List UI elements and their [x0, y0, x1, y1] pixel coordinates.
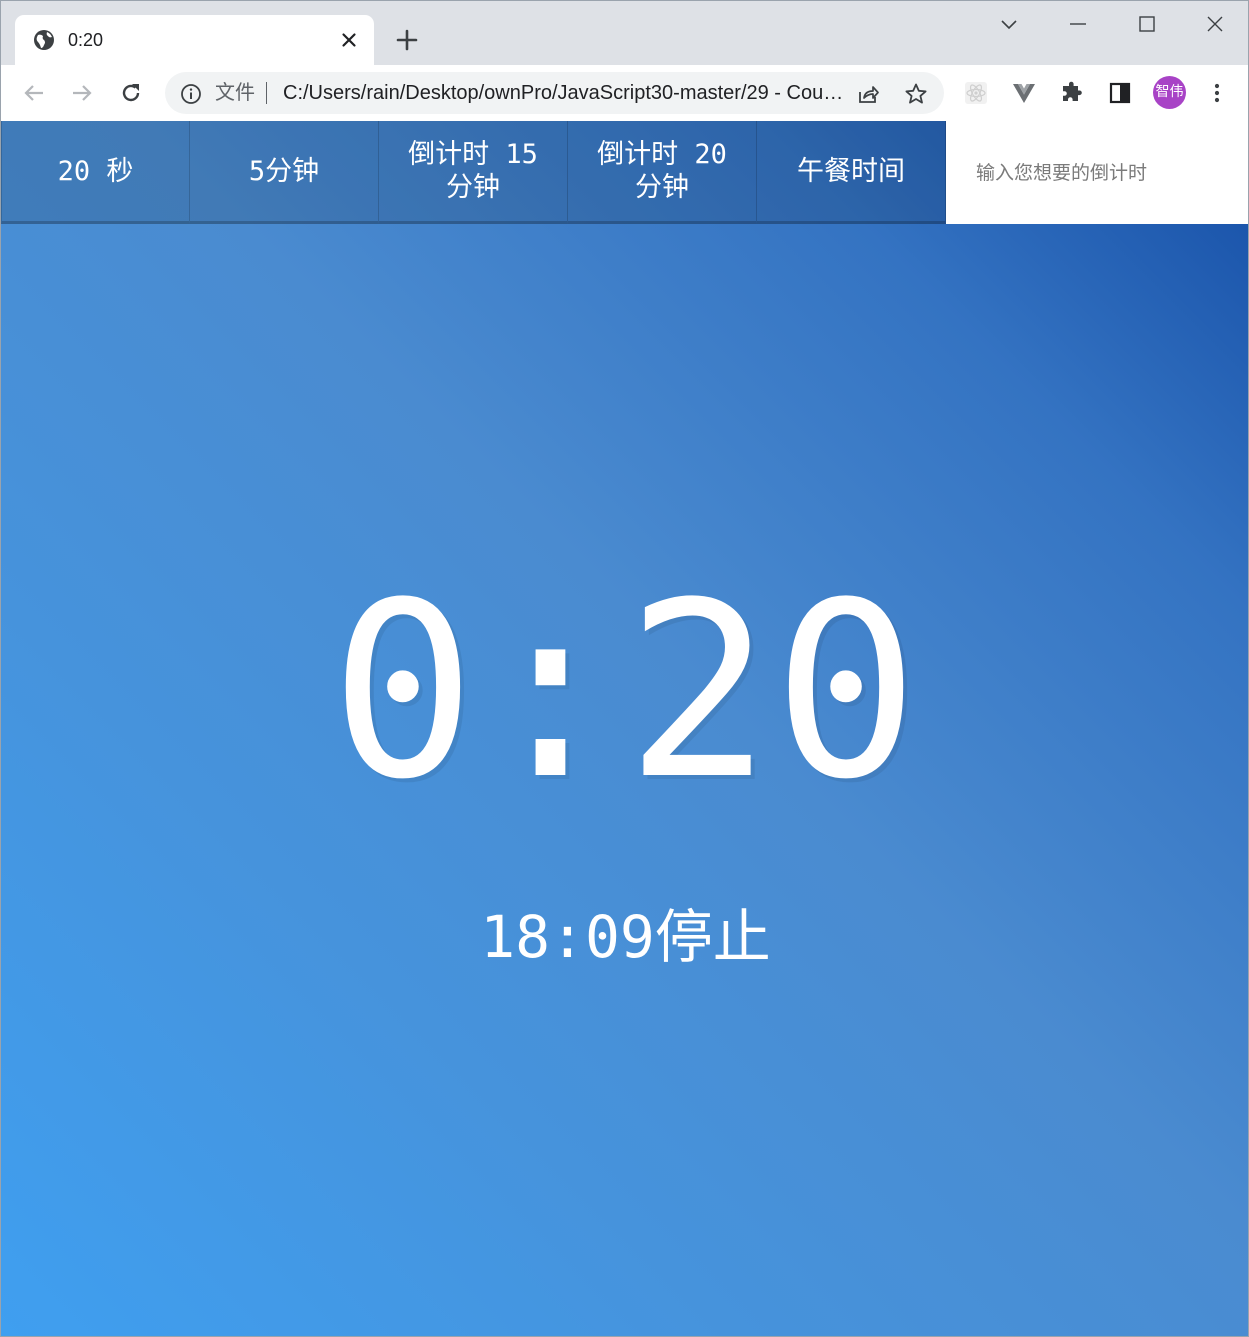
time-left: 0:20 [330, 551, 921, 833]
custom-timer-form [946, 121, 1248, 224]
star-icon[interactable] [904, 82, 928, 106]
info-icon[interactable] [180, 83, 202, 105]
timer-button-lunch[interactable]: 午餐时间 [757, 121, 946, 224]
share-icon[interactable] [856, 82, 880, 106]
globe-icon [34, 30, 54, 50]
tab-title: 0:20 [68, 30, 104, 50]
browser-tab[interactable]: 0:20 [15, 15, 374, 65]
timer-button-5-minutes[interactable]: 5分钟 [190, 121, 379, 224]
reload-icon[interactable] [118, 80, 144, 106]
countdown-page: 20 秒 5分钟 倒计时 15 分钟 倒计时 20 分钟 午餐时间 0:20 1… [1, 121, 1248, 1336]
tab-strip: 0:20 [1, 1, 1248, 65]
extensions-icon[interactable] [1060, 81, 1084, 105]
timer-button-20-seconds[interactable]: 20 秒 [1, 121, 190, 224]
minimize-icon[interactable] [1063, 9, 1093, 39]
browser-window: 0:20 文件 C:/Users/rain/Desktop/ownPro/Jav… [0, 0, 1249, 1337]
security-label: 文件 [215, 82, 255, 104]
maximize-icon[interactable] [1132, 9, 1162, 39]
back-icon[interactable] [21, 80, 47, 106]
window-close-icon[interactable] [1200, 9, 1230, 39]
tab-search-icon[interactable] [994, 9, 1024, 39]
timer-controls: 20 秒 5分钟 倒计时 15 分钟 倒计时 20 分钟 午餐时间 [1, 121, 1248, 224]
address-bar[interactable]: 文件 C:/Users/rain/Desktop/ownPro/JavaScri… [165, 72, 944, 114]
url-text[interactable]: C:/Users/rain/Desktop/ownPro/JavaScript3… [283, 81, 848, 105]
address-divider [266, 82, 267, 104]
timer-display: 0:20 18:09停止 [1, 224, 1248, 1336]
react-devtools-icon[interactable] [964, 81, 988, 105]
profile-avatar[interactable]: 智伟 [1153, 76, 1186, 109]
custom-minutes-input[interactable] [946, 121, 1248, 224]
end-time: 18:09停止 [480, 903, 771, 971]
forward-icon[interactable] [69, 80, 95, 106]
browser-toolbar: 文件 C:/Users/rain/Desktop/ownPro/JavaScri… [1, 65, 1248, 122]
vue-devtools-icon[interactable] [1012, 81, 1036, 105]
new-tab-icon[interactable] [394, 27, 420, 53]
timer-button-20-minutes[interactable]: 倒计时 20 分钟 [568, 121, 757, 224]
menu-kebab-icon[interactable] [1205, 81, 1229, 105]
side-panel-icon[interactable] [1108, 81, 1132, 105]
close-icon[interactable] [338, 29, 360, 51]
timer-button-15-minutes[interactable]: 倒计时 15 分钟 [379, 121, 568, 224]
